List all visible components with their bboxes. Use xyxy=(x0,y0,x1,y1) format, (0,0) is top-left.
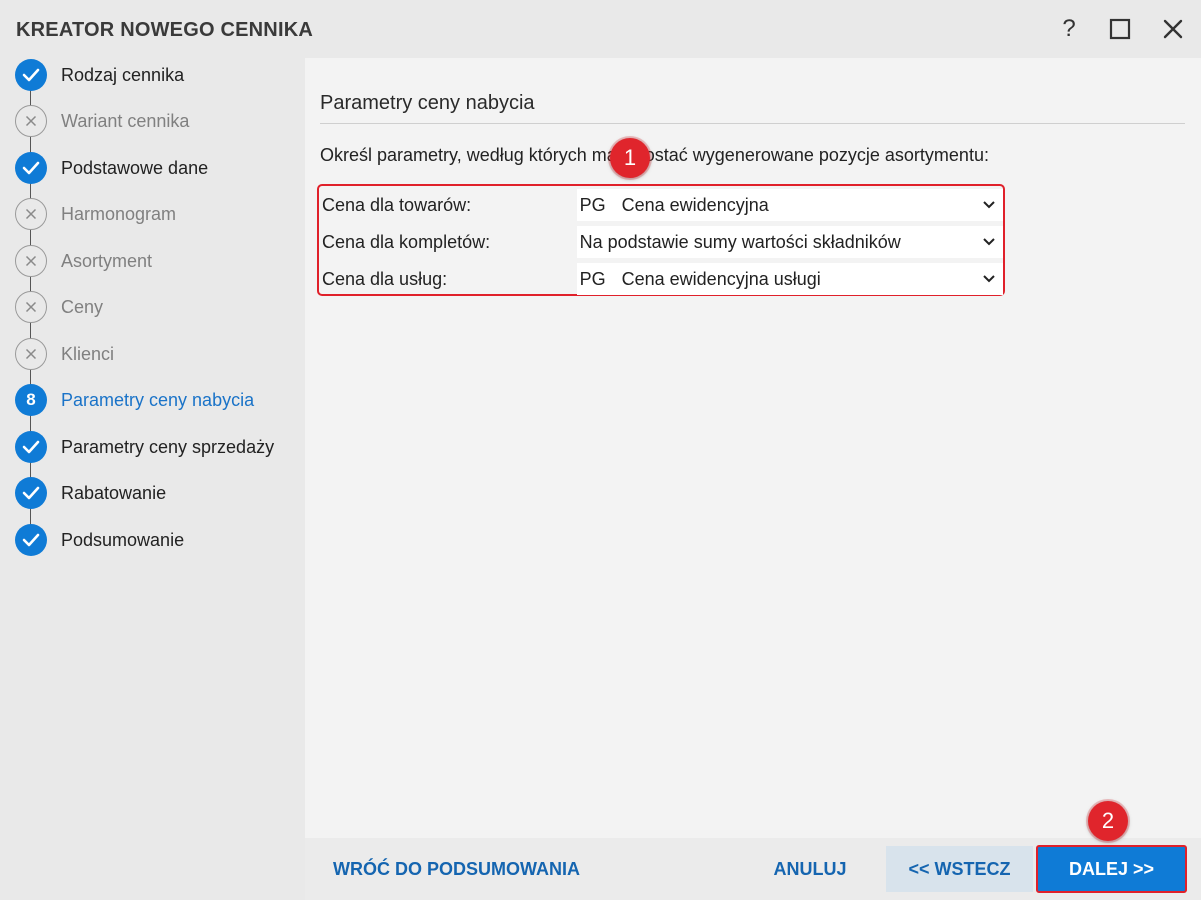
checkmark-icon xyxy=(15,477,47,509)
price-value: Cena ewidencyjna xyxy=(621,194,769,215)
step-podsumowanie[interactable]: Podsumowanie xyxy=(15,524,184,556)
chevron-down-icon xyxy=(983,275,995,283)
step-rodzaj-cennika[interactable]: Rodzaj cennika xyxy=(15,59,184,91)
skipped-x-icon xyxy=(15,338,47,370)
param-row-towary: Cena dla towarów: PG Cena ewidencyjna xyxy=(319,189,1003,221)
step-label: Podstawowe dane xyxy=(61,157,209,178)
close-button[interactable] xyxy=(1157,13,1189,45)
chevron-down-icon xyxy=(983,238,995,246)
current-step-number: 8 xyxy=(15,384,47,416)
step-rabatowanie[interactable]: Rabatowanie xyxy=(15,477,166,509)
param-row-komplety: Cena dla kompletów: Na podstawie sumy wa… xyxy=(319,226,1003,258)
back-button[interactable]: << WSTECZ xyxy=(886,846,1033,892)
section-divider xyxy=(320,123,1185,124)
price-code: PG xyxy=(579,194,606,215)
next-button[interactable]: DALEJ >> xyxy=(1036,845,1187,893)
skipped-x-icon xyxy=(15,105,47,137)
step-label: Wariant cennika xyxy=(61,110,190,131)
price-value: Na podstawie sumy wartości składników xyxy=(579,231,901,252)
footer-bar: WRÓĆ DO PODSUMOWANIA ANULUJ << WSTECZ DA… xyxy=(305,838,1201,900)
maximize-button[interactable] xyxy=(1104,13,1136,45)
checkmark-icon xyxy=(15,152,47,184)
step-label: Podsumowanie xyxy=(61,529,185,550)
annotation-badge-2: 2 xyxy=(1088,801,1128,841)
param-label: Cena dla usług: xyxy=(322,268,448,289)
skipped-x-icon xyxy=(15,245,47,277)
checkmark-icon xyxy=(15,59,47,91)
params-group: Cena dla towarów: PG Cena ewidencyjna Ce… xyxy=(317,184,1005,296)
step-label: Asortyment xyxy=(61,250,153,271)
checkmark-icon xyxy=(15,524,47,556)
maximize-icon xyxy=(1109,18,1131,40)
price-towary-select[interactable]: PG Cena ewidencyjna xyxy=(576,189,1003,221)
step-asortyment[interactable]: Asortyment xyxy=(15,245,152,277)
close-icon xyxy=(1163,19,1183,39)
step-label: Ceny xyxy=(61,296,104,317)
title-bar: KREATOR NOWEGO CENNIKA ? xyxy=(0,0,1201,58)
checkmark-icon xyxy=(15,431,47,463)
step-label: Parametry ceny sprzedaży xyxy=(61,436,275,457)
step-wariant-cennika[interactable]: Wariant cennika xyxy=(15,105,189,137)
step-label: Parametry ceny nabycia xyxy=(61,389,255,410)
price-komplety-select[interactable]: Na podstawie sumy wartości składników xyxy=(576,226,1003,258)
help-icon: ? xyxy=(1062,15,1076,42)
window-title: KREATOR NOWEGO CENNIKA xyxy=(16,19,313,41)
section-title: Parametry ceny nabycia xyxy=(320,92,535,114)
param-row-uslugi: Cena dla usług: PG Cena ewidencyjna usłu… xyxy=(319,263,1003,295)
step-label: Rodzaj cennika xyxy=(61,64,185,85)
step-ceny[interactable]: Ceny xyxy=(15,291,103,323)
price-value: Cena ewidencyjna usługi xyxy=(621,268,821,289)
skipped-x-icon xyxy=(15,291,47,323)
price-uslugi-select[interactable]: PG Cena ewidencyjna usługi xyxy=(576,263,1003,295)
step-label: Harmonogram xyxy=(61,203,177,224)
content-panel: Parametry ceny nabycia Określ parametry,… xyxy=(305,58,1201,838)
step-parametry-ceny-sprzedazy[interactable]: Parametry ceny sprzedaży xyxy=(15,431,274,463)
back-to-summary-button[interactable]: WRÓĆ DO PODSUMOWANIA xyxy=(333,838,583,900)
section-description: Określ parametry, według których mają zo… xyxy=(320,145,989,165)
param-label: Cena dla towarów: xyxy=(322,194,472,215)
annotation-badge-1: 1 xyxy=(610,138,650,178)
help-button[interactable]: ? xyxy=(1053,13,1085,45)
skipped-x-icon xyxy=(15,198,47,230)
cancel-button[interactable]: ANULUJ xyxy=(770,838,850,900)
price-code: PG xyxy=(579,268,606,289)
wizard-steps-sidebar: Rodzaj cennika Wariant cennika Podstawow… xyxy=(0,58,305,900)
step-harmonogram[interactable]: Harmonogram xyxy=(15,198,176,230)
step-label: Rabatowanie xyxy=(61,482,167,503)
step-label: Klienci xyxy=(61,343,115,364)
step-podstawowe-dane[interactable]: Podstawowe dane xyxy=(15,152,208,184)
param-label: Cena dla kompletów: xyxy=(322,231,491,252)
chevron-down-icon xyxy=(983,201,995,209)
step-parametry-ceny-nabycia[interactable]: 8 Parametry ceny nabycia xyxy=(15,384,254,416)
step-klienci[interactable]: Klienci xyxy=(15,338,114,370)
